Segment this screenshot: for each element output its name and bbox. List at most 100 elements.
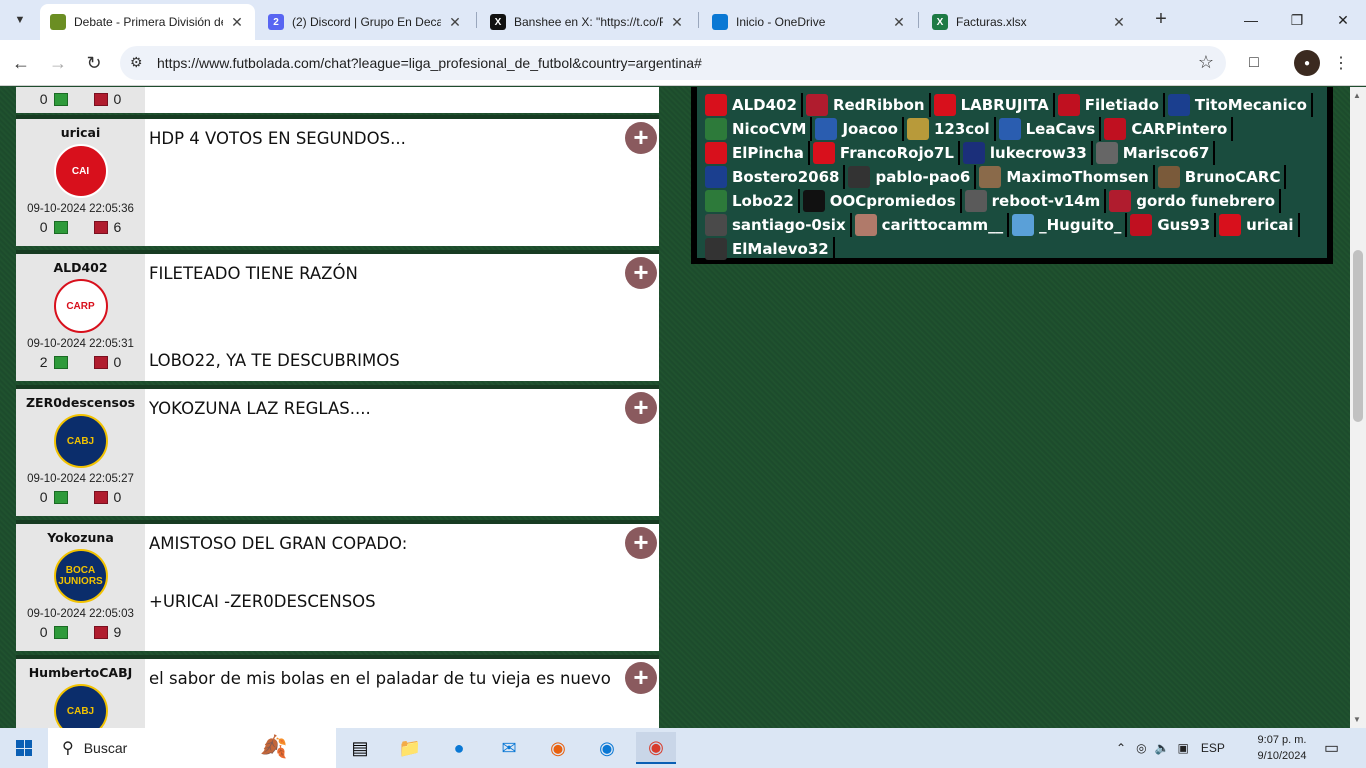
online-username[interactable]: _Huguito_: [1039, 216, 1121, 234]
browser-tab[interactable]: X Facturas.xlsx ✕: [922, 4, 1137, 40]
online-user[interactable]: BrunoCARC: [1157, 165, 1287, 189]
volume-icon[interactable]: 🔈: [1155, 741, 1170, 755]
online-username[interactable]: TitoMecanico: [1195, 96, 1307, 114]
online-username[interactable]: Gus93: [1157, 216, 1210, 234]
online-user[interactable]: reboot-v14m: [964, 189, 1107, 213]
online-username[interactable]: LeaCavs: [1026, 120, 1096, 138]
online-username[interactable]: gordo funebrero: [1136, 192, 1275, 210]
online-username[interactable]: lukecrow33: [990, 144, 1087, 162]
online-user[interactable]: TitoMecanico: [1167, 93, 1313, 117]
message-username[interactable]: HumbertoCABJ: [16, 665, 145, 680]
file-explorer-icon[interactable]: 📁: [390, 732, 430, 764]
online-username[interactable]: CARPintero: [1131, 120, 1227, 138]
thumbs-up-icon[interactable]: [53, 490, 68, 504]
thumbs-down-icon[interactable]: [93, 92, 108, 106]
thumbs-up-icon[interactable]: [53, 92, 68, 106]
online-username[interactable]: FrancoRojo7L: [840, 144, 954, 162]
thumbs-down-icon[interactable]: [93, 625, 108, 639]
message-username[interactable]: ZER0descensos: [16, 395, 145, 410]
extensions-icon[interactable]: □: [1241, 50, 1267, 76]
online-username[interactable]: RedRibbon: [833, 96, 925, 114]
thumbs-up-icon[interactable]: [53, 355, 68, 369]
online-username[interactable]: ElPincha: [732, 144, 804, 162]
online-username[interactable]: reboot-v14m: [992, 192, 1101, 210]
tab-close-icon[interactable]: ✕: [669, 14, 685, 31]
online-user[interactable]: gordo funebrero: [1109, 189, 1282, 213]
browser-tab[interactable]: Inicio - OneDrive ✕: [702, 4, 917, 40]
page-scrollbar[interactable]: ▲ ▼: [1350, 87, 1366, 728]
start-button[interactable]: [0, 728, 48, 768]
forward-icon[interactable]: →: [45, 50, 71, 76]
online-user[interactable]: lukecrow33: [962, 141, 1093, 165]
minimize-icon[interactable]: —: [1228, 0, 1274, 40]
tab-close-icon[interactable]: ✕: [229, 14, 245, 31]
online-user[interactable]: CARPintero: [1104, 117, 1234, 141]
firefox-icon[interactable]: ◉: [538, 732, 578, 764]
taskbar-search[interactable]: ⚲ Buscar 🍂: [48, 728, 336, 768]
thunderbird-icon[interactable]: ◉: [587, 732, 627, 764]
language-indicator[interactable]: ESP: [1201, 741, 1225, 755]
online-username[interactable]: NicoCVM: [732, 120, 806, 138]
online-user[interactable]: Bostero2068: [705, 165, 846, 189]
online-username[interactable]: Joacoo: [842, 120, 898, 138]
menu-kebab-icon[interactable]: ⋮: [1328, 50, 1354, 76]
online-user[interactable]: _Huguito_: [1012, 213, 1128, 237]
message-username[interactable]: Yokozuna: [16, 530, 145, 545]
add-reply-button[interactable]: +: [625, 122, 657, 154]
message-username[interactable]: ALD402: [16, 260, 145, 275]
online-user[interactable]: LeaCavs: [998, 117, 1102, 141]
online-username[interactable]: uricai: [1246, 216, 1293, 234]
reload-icon[interactable]: ↻: [81, 50, 107, 76]
add-reply-button[interactable]: +: [625, 392, 657, 424]
online-username[interactable]: Marisco67: [1123, 144, 1210, 162]
browser-tab[interactable]: 2 (2) Discord | Grupo En Decad ✕: [258, 4, 473, 40]
online-user[interactable]: MaximoThomsen: [979, 165, 1155, 189]
restore-icon[interactable]: ❐: [1274, 0, 1320, 40]
thumbs-down-icon[interactable]: [93, 355, 108, 369]
online-username[interactable]: Filetiado: [1085, 96, 1159, 114]
online-user[interactable]: Marisco67: [1095, 141, 1216, 165]
online-username[interactable]: LABRUJITA: [961, 96, 1049, 114]
add-reply-button[interactable]: +: [625, 662, 657, 694]
online-username[interactable]: ElMalevo32: [732, 240, 829, 258]
online-username[interactable]: MaximoThomsen: [1006, 168, 1148, 186]
edge-icon[interactable]: ●: [439, 732, 479, 764]
online-username[interactable]: ALD402: [732, 96, 797, 114]
tab-search-icon[interactable]: ▼: [8, 8, 32, 32]
mail-icon[interactable]: ✉: [489, 732, 529, 764]
thumbs-down-icon[interactable]: [93, 220, 108, 234]
network-icon[interactable]: ▣: [1178, 741, 1189, 755]
address-bar[interactable]: ⚙ https://www.futbolada.com/chat?league=…: [120, 46, 1226, 80]
add-reply-button[interactable]: +: [625, 527, 657, 559]
message-username[interactable]: uricai: [16, 125, 145, 140]
online-user[interactable]: ElMalevo32: [705, 237, 835, 261]
tab-close-icon[interactable]: ✕: [1111, 14, 1127, 31]
tab-close-icon[interactable]: ✕: [447, 14, 463, 31]
scroll-down-icon[interactable]: ▼: [1353, 715, 1361, 724]
profile-avatar[interactable]: ●: [1294, 50, 1320, 76]
online-user[interactable]: Filetiado: [1057, 93, 1165, 117]
thumbs-down-icon[interactable]: [93, 490, 108, 504]
online-username[interactable]: Bostero2068: [732, 168, 839, 186]
online-username[interactable]: OOCpromiedos: [830, 192, 956, 210]
online-user[interactable]: 123col: [906, 117, 996, 141]
meet-now-icon[interactable]: ◎: [1136, 741, 1146, 755]
online-user[interactable]: Lobo22: [705, 189, 800, 213]
new-tab-button[interactable]: +: [1150, 9, 1172, 31]
online-user[interactable]: ElPincha: [705, 141, 810, 165]
online-username[interactable]: BrunoCARC: [1185, 168, 1281, 186]
notifications-icon[interactable]: ▭: [1324, 728, 1339, 768]
url-text[interactable]: https://www.futbolada.com/chat?league=li…: [157, 55, 702, 71]
online-user[interactable]: FrancoRojo7L: [812, 141, 960, 165]
online-user[interactable]: pablo-pao6: [848, 165, 977, 189]
online-user[interactable]: carittocamm__: [854, 213, 1010, 237]
task-view-icon[interactable]: ▤: [340, 732, 380, 764]
scrollbar-thumb[interactable]: [1353, 250, 1363, 422]
online-user[interactable]: Gus93: [1130, 213, 1217, 237]
online-user[interactable]: ALD402: [705, 93, 803, 117]
online-username[interactable]: pablo-pao6: [875, 168, 970, 186]
taskbar-clock[interactable]: 9:07 p. m. 9/10/2024: [1244, 732, 1320, 764]
online-user[interactable]: NicoCVM: [705, 117, 813, 141]
online-user[interactable]: Joacoo: [815, 117, 904, 141]
online-user[interactable]: RedRibbon: [805, 93, 931, 117]
